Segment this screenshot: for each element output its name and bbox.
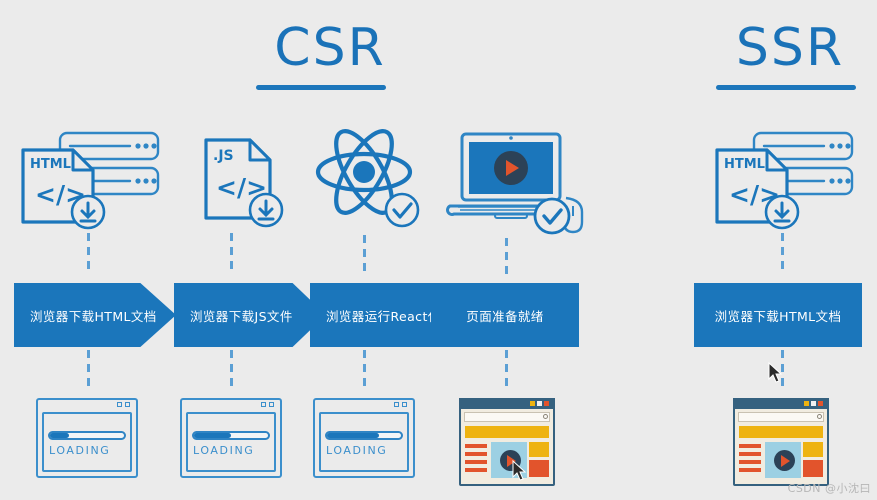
page-text-line bbox=[465, 468, 487, 472]
csr-js-file-icon: .JS </> bbox=[198, 128, 298, 233]
progress-fill bbox=[327, 433, 379, 438]
diagram-canvas: CSR SSR HTML </> .JS </> HTML </> 浏览器下载H… bbox=[0, 0, 877, 500]
window-minimize-icon bbox=[394, 402, 399, 407]
csr-react-atom-icon bbox=[312, 120, 427, 235]
csr-step-1[interactable]: 浏览器下载HTML文档 bbox=[14, 283, 176, 347]
window-minimize-icon bbox=[117, 402, 122, 407]
ssr-step-1-label: 浏览器下载HTML文档 bbox=[714, 308, 842, 324]
ssr-title: SSR bbox=[735, 18, 845, 78]
play-triangle-icon bbox=[781, 455, 790, 467]
progress-fill bbox=[50, 433, 69, 438]
connector-csr-1-top bbox=[87, 233, 90, 275]
mouse-cursor-csr-page bbox=[512, 459, 528, 487]
window-minimize-icon bbox=[804, 401, 809, 406]
page-text-line bbox=[465, 460, 487, 464]
browser-viewport bbox=[319, 412, 409, 472]
window-maximize-icon bbox=[811, 401, 816, 406]
js-file-label: .JS bbox=[213, 148, 234, 164]
page-sidebar-block-orange bbox=[803, 460, 823, 477]
page-text-line bbox=[739, 444, 761, 448]
mouse-cursor-ssr bbox=[768, 361, 784, 389]
browser-viewport bbox=[186, 412, 276, 472]
csr-step-1-label: 浏览器下载HTML文档 bbox=[30, 308, 157, 324]
page-text-line bbox=[465, 444, 487, 448]
connector-csr-2-top bbox=[230, 233, 233, 275]
window-close-icon bbox=[125, 402, 130, 407]
csr-title-underline bbox=[256, 85, 386, 90]
csr-result-1-loading: LOADING bbox=[36, 398, 138, 478]
csr-step-2[interactable]: 浏览器下载JS文件 bbox=[174, 283, 326, 347]
ssr-step-1[interactable]: 浏览器下载HTML文档 bbox=[694, 283, 862, 347]
ssr-html-file-server-icon: HTML </> bbox=[712, 128, 857, 233]
csr-html-file-server-icon: HTML </> bbox=[18, 128, 163, 233]
window-minimize-icon bbox=[530, 401, 535, 406]
connector-csr-4-top bbox=[505, 238, 508, 275]
page-search-field[interactable] bbox=[738, 412, 824, 422]
watermark: CSDN @小沈曰 bbox=[787, 482, 871, 495]
check-badge-icon bbox=[533, 197, 571, 235]
loading-label: LOADING bbox=[49, 444, 111, 457]
page-banner bbox=[465, 426, 549, 438]
page-text-line bbox=[739, 460, 761, 464]
loading-label: LOADING bbox=[326, 444, 388, 457]
csr-step-4[interactable]: 页面准备就绪 bbox=[431, 283, 579, 347]
connector-ssr-top bbox=[781, 233, 784, 275]
progress-track bbox=[48, 431, 126, 440]
ssr-title-underline bbox=[716, 85, 856, 90]
page-text-line bbox=[739, 468, 761, 472]
html-file-label: HTML bbox=[30, 157, 71, 172]
csr-title: CSR bbox=[274, 18, 386, 78]
csr-result-2-loading: LOADING bbox=[180, 398, 282, 478]
browser-viewport bbox=[42, 412, 132, 472]
search-icon bbox=[543, 414, 548, 419]
ssr-result-rendered-page bbox=[733, 398, 829, 486]
page-sidebar-block-yellow bbox=[803, 442, 823, 457]
window-maximize-icon bbox=[537, 401, 542, 406]
progress-fill bbox=[194, 433, 231, 438]
csr-result-4-rendered-page bbox=[459, 398, 555, 486]
page-text-line bbox=[465, 452, 487, 456]
page-search-field[interactable] bbox=[464, 412, 550, 422]
window-close-icon bbox=[402, 402, 407, 407]
connector-csr-3-bottom bbox=[363, 350, 366, 388]
loading-label: LOADING bbox=[193, 444, 255, 457]
connector-csr-2-bottom bbox=[230, 350, 233, 388]
connector-csr-4-bottom bbox=[505, 350, 508, 388]
page-sidebar-block-yellow bbox=[529, 442, 549, 457]
window-close-icon bbox=[269, 402, 274, 407]
progress-track bbox=[325, 431, 403, 440]
csr-result-3-loading: LOADING bbox=[313, 398, 415, 478]
window-minimize-icon bbox=[261, 402, 266, 407]
page-sidebar-block-orange bbox=[529, 460, 549, 477]
connector-csr-1-bottom bbox=[87, 350, 90, 388]
window-close-icon bbox=[818, 401, 823, 406]
connector-csr-3-top bbox=[363, 235, 366, 275]
page-text-line bbox=[739, 452, 761, 456]
csr-laptop-play-icon bbox=[442, 128, 592, 238]
html-file-label: HTML bbox=[724, 157, 765, 172]
search-icon bbox=[817, 414, 822, 419]
csr-step-2-label: 浏览器下载JS文件 bbox=[190, 308, 293, 324]
window-close-icon bbox=[544, 401, 549, 406]
page-banner bbox=[739, 426, 823, 438]
progress-track bbox=[192, 431, 270, 440]
check-badge-icon bbox=[384, 192, 420, 228]
csr-step-4-label: 页面准备就绪 bbox=[466, 308, 544, 324]
